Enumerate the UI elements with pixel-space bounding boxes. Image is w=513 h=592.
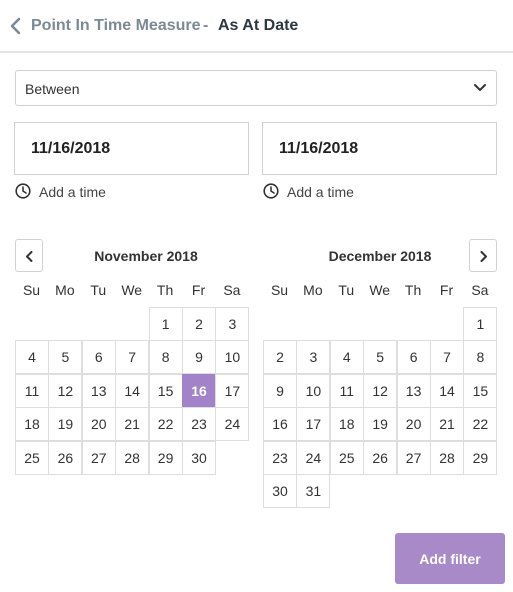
day-cell[interactable]: 12	[48, 373, 83, 408]
day-cell[interactable]: 23	[263, 440, 297, 475]
weekday-label: Th	[404, 282, 422, 298]
selected-day-cell[interactable]: 16	[182, 373, 216, 408]
day-cell[interactable]: 20	[396, 407, 431, 442]
day-cell[interactable]: 23	[182, 407, 216, 442]
day-cell[interactable]: 5	[363, 340, 398, 375]
day-cell[interactable]: 28	[115, 440, 150, 475]
clock-icon	[263, 183, 279, 199]
weekday-label: Th	[156, 282, 174, 298]
day-cell[interactable]: 18	[15, 407, 49, 442]
day-cell[interactable]: 5	[48, 340, 83, 375]
day-cell[interactable]: 31	[296, 474, 331, 508]
day-cell[interactable]: 6	[396, 340, 431, 375]
operator-select[interactable]: Between	[15, 70, 497, 106]
day-cell[interactable]: 4	[329, 340, 364, 375]
month-title-november: November 2018	[94, 248, 198, 264]
day-cell[interactable]: 13	[81, 373, 116, 408]
day-cell[interactable]: 7	[115, 340, 150, 375]
day-cell[interactable]: 6	[81, 340, 116, 375]
weekday-label: Sa	[223, 282, 241, 298]
day-cell[interactable]: 19	[363, 407, 398, 442]
chevron-down-icon	[474, 84, 486, 91]
weekday-label: Sa	[471, 282, 489, 298]
day-cell[interactable]: 8	[463, 340, 498, 375]
day-cell[interactable]: 15	[148, 373, 183, 408]
day-cell[interactable]: 9	[263, 373, 297, 408]
weekday-label: Tu	[338, 282, 355, 298]
month-title-december: December 2018	[328, 248, 432, 264]
day-cell[interactable]: 10	[215, 340, 250, 375]
day-cell[interactable]: 3	[296, 340, 331, 375]
day-cell[interactable]: 11	[329, 373, 364, 408]
day-cell[interactable]: 26	[363, 440, 398, 475]
add-time-end-label: Add a time	[287, 184, 354, 200]
day-cell[interactable]: 21	[430, 407, 464, 442]
day-cell[interactable]: 25	[15, 440, 49, 475]
weekday-label: Fr	[439, 282, 454, 298]
weekday-label: Mo	[303, 282, 323, 298]
day-cell[interactable]: 24	[296, 440, 331, 475]
weekday-label: Mo	[55, 282, 75, 298]
day-cell[interactable]: 18	[329, 407, 364, 442]
day-cell[interactable]: 30	[263, 474, 297, 508]
day-cell[interactable]: 2	[182, 307, 216, 341]
add-time-start-label: Add a time	[39, 184, 106, 200]
day-cell[interactable]: 25	[329, 440, 364, 475]
day-cell[interactable]: 7	[430, 340, 464, 375]
weekday-label: We	[369, 282, 391, 298]
header: Point In Time Measure - As At Date	[0, 0, 513, 53]
day-cell[interactable]: 11	[15, 373, 49, 408]
day-cell[interactable]: 26	[48, 440, 83, 475]
day-cell[interactable]: 20	[81, 407, 116, 442]
day-cell[interactable]: 14	[115, 373, 150, 408]
page-title: As At Date	[218, 17, 299, 34]
add-filter-button[interactable]: Add filter	[395, 533, 505, 584]
day-cell[interactable]: 1	[148, 307, 183, 341]
day-cell[interactable]: 30	[182, 440, 216, 475]
day-cell[interactable]: 10	[296, 373, 331, 408]
day-cell[interactable]: 27	[81, 440, 116, 475]
day-cell[interactable]: 14	[430, 373, 464, 408]
day-cell[interactable]: 17	[296, 407, 331, 442]
day-cell[interactable]: 1	[463, 307, 498, 341]
clock-icon	[15, 183, 31, 199]
chevron-left-icon[interactable]	[8, 16, 24, 36]
start-date-input[interactable]	[14, 122, 249, 175]
day-cell[interactable]: 12	[363, 373, 398, 408]
weekday-label: Tu	[90, 282, 107, 298]
day-cell[interactable]: 16	[263, 407, 297, 442]
day-cell[interactable]: 2	[263, 340, 297, 375]
day-cell[interactable]: 22	[463, 407, 498, 442]
weekday-label: Su	[22, 282, 41, 298]
day-cell[interactable]: 27	[396, 440, 431, 475]
day-cell[interactable]: 8	[148, 340, 183, 375]
day-cell[interactable]: 22	[148, 407, 183, 442]
end-date-input[interactable]	[262, 122, 497, 175]
day-cell[interactable]: 24	[215, 407, 250, 442]
weekday-label: We	[121, 282, 143, 298]
day-cell[interactable]: 13	[396, 373, 431, 408]
day-cell[interactable]: 17	[215, 373, 250, 408]
weekday-label: Fr	[191, 282, 206, 298]
day-cell[interactable]: 19	[48, 407, 83, 442]
day-cell[interactable]: 29	[463, 440, 498, 475]
weekday-label: Su	[270, 282, 289, 298]
day-cell[interactable]: 29	[148, 440, 183, 475]
day-cell[interactable]: 3	[215, 307, 250, 341]
day-cell[interactable]: 15	[463, 373, 498, 408]
breadcrumb-separator: -	[203, 17, 209, 34]
day-cell[interactable]: 9	[182, 340, 216, 375]
day-cell[interactable]: 4	[15, 340, 49, 375]
day-cell[interactable]: 28	[430, 440, 464, 475]
breadcrumb-parent[interactable]: Point In Time Measure	[31, 17, 201, 35]
day-cell[interactable]: 21	[115, 407, 150, 442]
operator-select-value: Between	[25, 81, 80, 97]
